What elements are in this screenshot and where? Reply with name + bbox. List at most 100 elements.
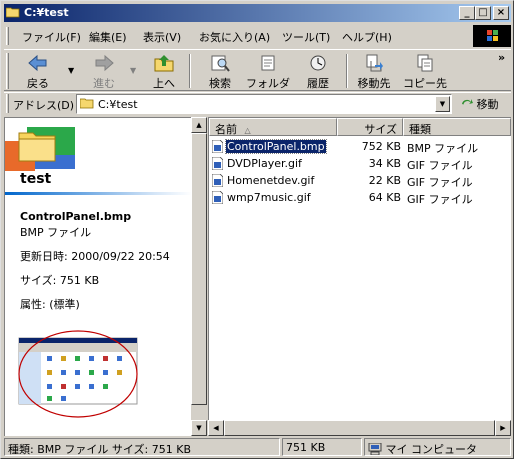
file-name: Homenetdev.gif xyxy=(227,174,315,187)
toolbar-more-chevron[interactable]: » xyxy=(498,51,505,64)
selected-file-modified: 更新日時: 2000/09/22 20:54 xyxy=(20,250,170,263)
selected-file-name: ControlPanel.bmp xyxy=(20,210,132,223)
menu-grip[interactable] xyxy=(6,27,9,45)
status-zone-text: マイ コンピュータ xyxy=(385,443,478,456)
address-bar: アドレス(D) C:¥test ▼ 移動 xyxy=(4,92,511,114)
up-label: 上へ xyxy=(153,77,175,90)
file-list-horizontal-scrollbar[interactable]: ◀ ▶ xyxy=(208,420,511,436)
go-label: 移動 xyxy=(476,98,499,111)
file-name: ControlPanel.bmp xyxy=(225,139,327,154)
file-list-view: 名前 △ サイズ 種類 ControlPanel.bmp 752 KB BMP … xyxy=(208,117,511,436)
move-to-button[interactable]: 移動先 xyxy=(354,52,394,90)
folders-icon xyxy=(261,55,275,71)
my-computer-icon xyxy=(368,442,382,456)
up-folder-icon xyxy=(154,55,174,72)
column-header-name[interactable]: 名前 △ xyxy=(209,118,337,136)
status-bar: 種類: BMP ファイル サイズ: 751 KB 751 KB マイ コンピュー… xyxy=(4,438,511,457)
back-button[interactable]: 戻る xyxy=(18,52,58,90)
scroll-right-button[interactable]: ▶ xyxy=(495,420,511,436)
file-size: 22 KB xyxy=(368,174,401,187)
image-preview-thumbnail xyxy=(18,330,138,418)
folder-banner-icon xyxy=(5,127,75,171)
toolbar-grip[interactable] xyxy=(6,53,9,89)
address-grip[interactable] xyxy=(6,94,9,113)
folder-name-heading: test xyxy=(20,171,52,187)
selected-file-type: BMP ファイル xyxy=(20,226,92,239)
column-name-label: 名前 xyxy=(215,123,237,136)
forward-dropdown-icon[interactable]: ▼ xyxy=(130,66,136,75)
back-dropdown-icon[interactable]: ▼ xyxy=(68,66,74,75)
copy-to-label: コピー先 xyxy=(403,77,447,90)
toolbar-separator xyxy=(189,54,191,88)
menu-help[interactable]: ヘルプ(H) xyxy=(342,29,392,45)
column-type-label: 種類 xyxy=(409,123,431,136)
up-button[interactable]: 上へ xyxy=(146,52,182,90)
back-arrow-icon xyxy=(28,54,47,72)
gif-file-icon xyxy=(212,174,223,187)
file-name: DVDPlayer.gif xyxy=(227,157,302,170)
gif-file-icon xyxy=(212,157,223,170)
selected-file-attributes: 属性: (標準) xyxy=(20,298,80,311)
horizontal-scroll-thumb[interactable] xyxy=(224,420,495,436)
title-bar[interactable]: C:¥test _ □ × xyxy=(4,4,511,22)
status-info: 種類: BMP ファイル サイズ: 751 KB xyxy=(4,438,280,456)
copy-to-icon xyxy=(417,54,433,72)
address-input[interactable]: C:¥test ▼ xyxy=(76,94,452,114)
file-row[interactable]: ControlPanel.bmp 752 KB BMP ファイル xyxy=(209,138,511,155)
file-row[interactable]: Homenetdev.gif 22 KB GIF ファイル xyxy=(209,172,511,189)
menu-tools[interactable]: ツール(T) xyxy=(282,29,330,45)
file-type: GIF ファイル xyxy=(407,193,473,206)
menu-bar: ファイル(F) 編集(E) 表示(V) お気に入り(A) ツール(T) ヘルプ(… xyxy=(4,25,472,47)
search-button[interactable]: 検索 xyxy=(200,52,240,90)
scroll-down-button[interactable]: ▼ xyxy=(191,420,207,436)
menu-favorites[interactable]: お気に入り(A) xyxy=(199,29,270,45)
minimize-button[interactable]: _ xyxy=(459,6,475,20)
left-pane-vertical-scrollbar[interactable]: ▲ ▼ xyxy=(191,117,207,436)
forward-label: 進む xyxy=(93,77,115,90)
file-row[interactable]: wmp7music.gif 64 KB GIF ファイル xyxy=(209,189,511,206)
address-dropdown-button[interactable]: ▼ xyxy=(435,96,450,112)
forward-arrow-icon xyxy=(95,54,114,72)
file-name: wmp7music.gif xyxy=(227,191,311,204)
file-row[interactable]: DVDPlayer.gif 34 KB GIF ファイル xyxy=(209,155,511,172)
move-to-label: 移動先 xyxy=(357,77,391,90)
scroll-up-button[interactable]: ▲ xyxy=(191,117,207,133)
file-type: BMP ファイル xyxy=(407,142,479,155)
search-label: 検索 xyxy=(209,77,231,90)
file-type: GIF ファイル xyxy=(407,159,473,172)
status-size-text: 751 KB xyxy=(286,441,326,454)
forward-button[interactable]: 進む xyxy=(84,52,124,90)
go-button[interactable]: 移動 xyxy=(461,96,499,112)
sort-ascending-icon: △ xyxy=(244,126,251,135)
history-label: 履歴 xyxy=(307,77,329,90)
go-arrow-icon xyxy=(462,99,473,105)
explorer-window: C:¥test _ □ × ファイル(F) 編集(E) 表示(V) お気に入り(… xyxy=(0,0,514,459)
gif-file-icon xyxy=(212,191,223,204)
folders-button[interactable]: フォルダ xyxy=(244,52,292,90)
menu-file[interactable]: ファイル(F) xyxy=(22,29,81,45)
menu-view[interactable]: 表示(V) xyxy=(143,29,181,45)
selected-file-size: サイズ: 751 KB xyxy=(20,274,100,287)
history-button[interactable]: 履歴 xyxy=(298,52,338,90)
scroll-thumb[interactable] xyxy=(191,133,207,405)
maximize-button[interactable]: □ xyxy=(475,6,491,20)
heading-divider xyxy=(5,192,192,195)
menu-edit[interactable]: 編集(E) xyxy=(89,29,127,45)
search-icon xyxy=(211,55,230,72)
address-value: C:¥test xyxy=(98,98,138,111)
back-label: 戻る xyxy=(27,77,49,90)
close-button[interactable]: × xyxy=(493,6,509,20)
copy-to-button[interactable]: コピー先 xyxy=(402,52,448,90)
bmp-file-icon xyxy=(212,140,223,153)
column-header-size[interactable]: サイズ xyxy=(337,118,403,136)
details-pane: test ControlPanel.bmp BMP ファイル 更新日時: 200… xyxy=(4,117,192,436)
column-header-type[interactable]: 種類 xyxy=(403,118,511,136)
folder-icon xyxy=(6,7,20,18)
file-type: GIF ファイル xyxy=(407,176,473,189)
file-size: 64 KB xyxy=(368,191,401,204)
folder-icon xyxy=(80,98,94,109)
windows-flag-icon xyxy=(487,30,498,41)
status-size: 751 KB xyxy=(282,438,362,456)
scroll-left-button[interactable]: ◀ xyxy=(208,420,224,436)
status-zone: マイ コンピュータ xyxy=(364,438,511,456)
